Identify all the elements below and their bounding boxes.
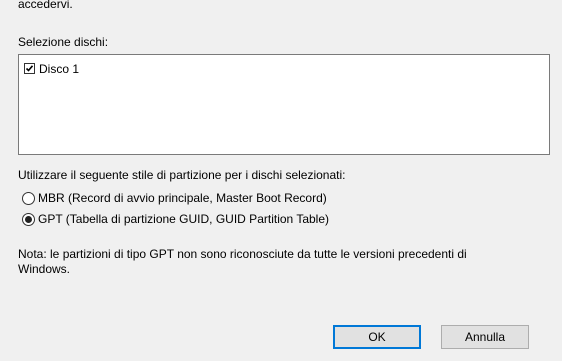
disk-selection-label: Selezione dischi: xyxy=(18,35,109,49)
partition-style-label: Utilizzare il seguente stile di partizio… xyxy=(18,168,346,182)
instruction-text: accedervi. xyxy=(18,0,73,11)
mbr-radio-option[interactable]: MBR (Record di avvio principale, Master … xyxy=(22,190,327,206)
gpt-label: GPT (Tabella di partizione GUID, GUID Pa… xyxy=(38,212,330,226)
gpt-note: Nota: le partizioni di tipo GPT non sono… xyxy=(18,247,467,276)
list-item[interactable]: Disco 1 xyxy=(24,61,79,76)
initialize-disk-dialog: accedervi. Selezione dischi: Disco 1 Uti… xyxy=(0,0,562,361)
cancel-button[interactable]: Annulla xyxy=(441,325,529,349)
disk-list[interactable]: Disco 1 xyxy=(18,54,550,155)
mbr-label: MBR (Record di avvio principale, Master … xyxy=(38,191,327,205)
gpt-radio-option[interactable]: GPT (Tabella di partizione GUID, GUID Pa… xyxy=(22,211,329,227)
radio-dot xyxy=(25,215,32,223)
ok-button[interactable]: OK xyxy=(333,325,421,349)
radio-selected-icon[interactable] xyxy=(22,212,35,226)
radio-unselected-icon[interactable] xyxy=(22,191,35,205)
disk-item-label: Disco 1 xyxy=(39,61,80,76)
checkbox-checked-icon[interactable] xyxy=(24,63,35,74)
